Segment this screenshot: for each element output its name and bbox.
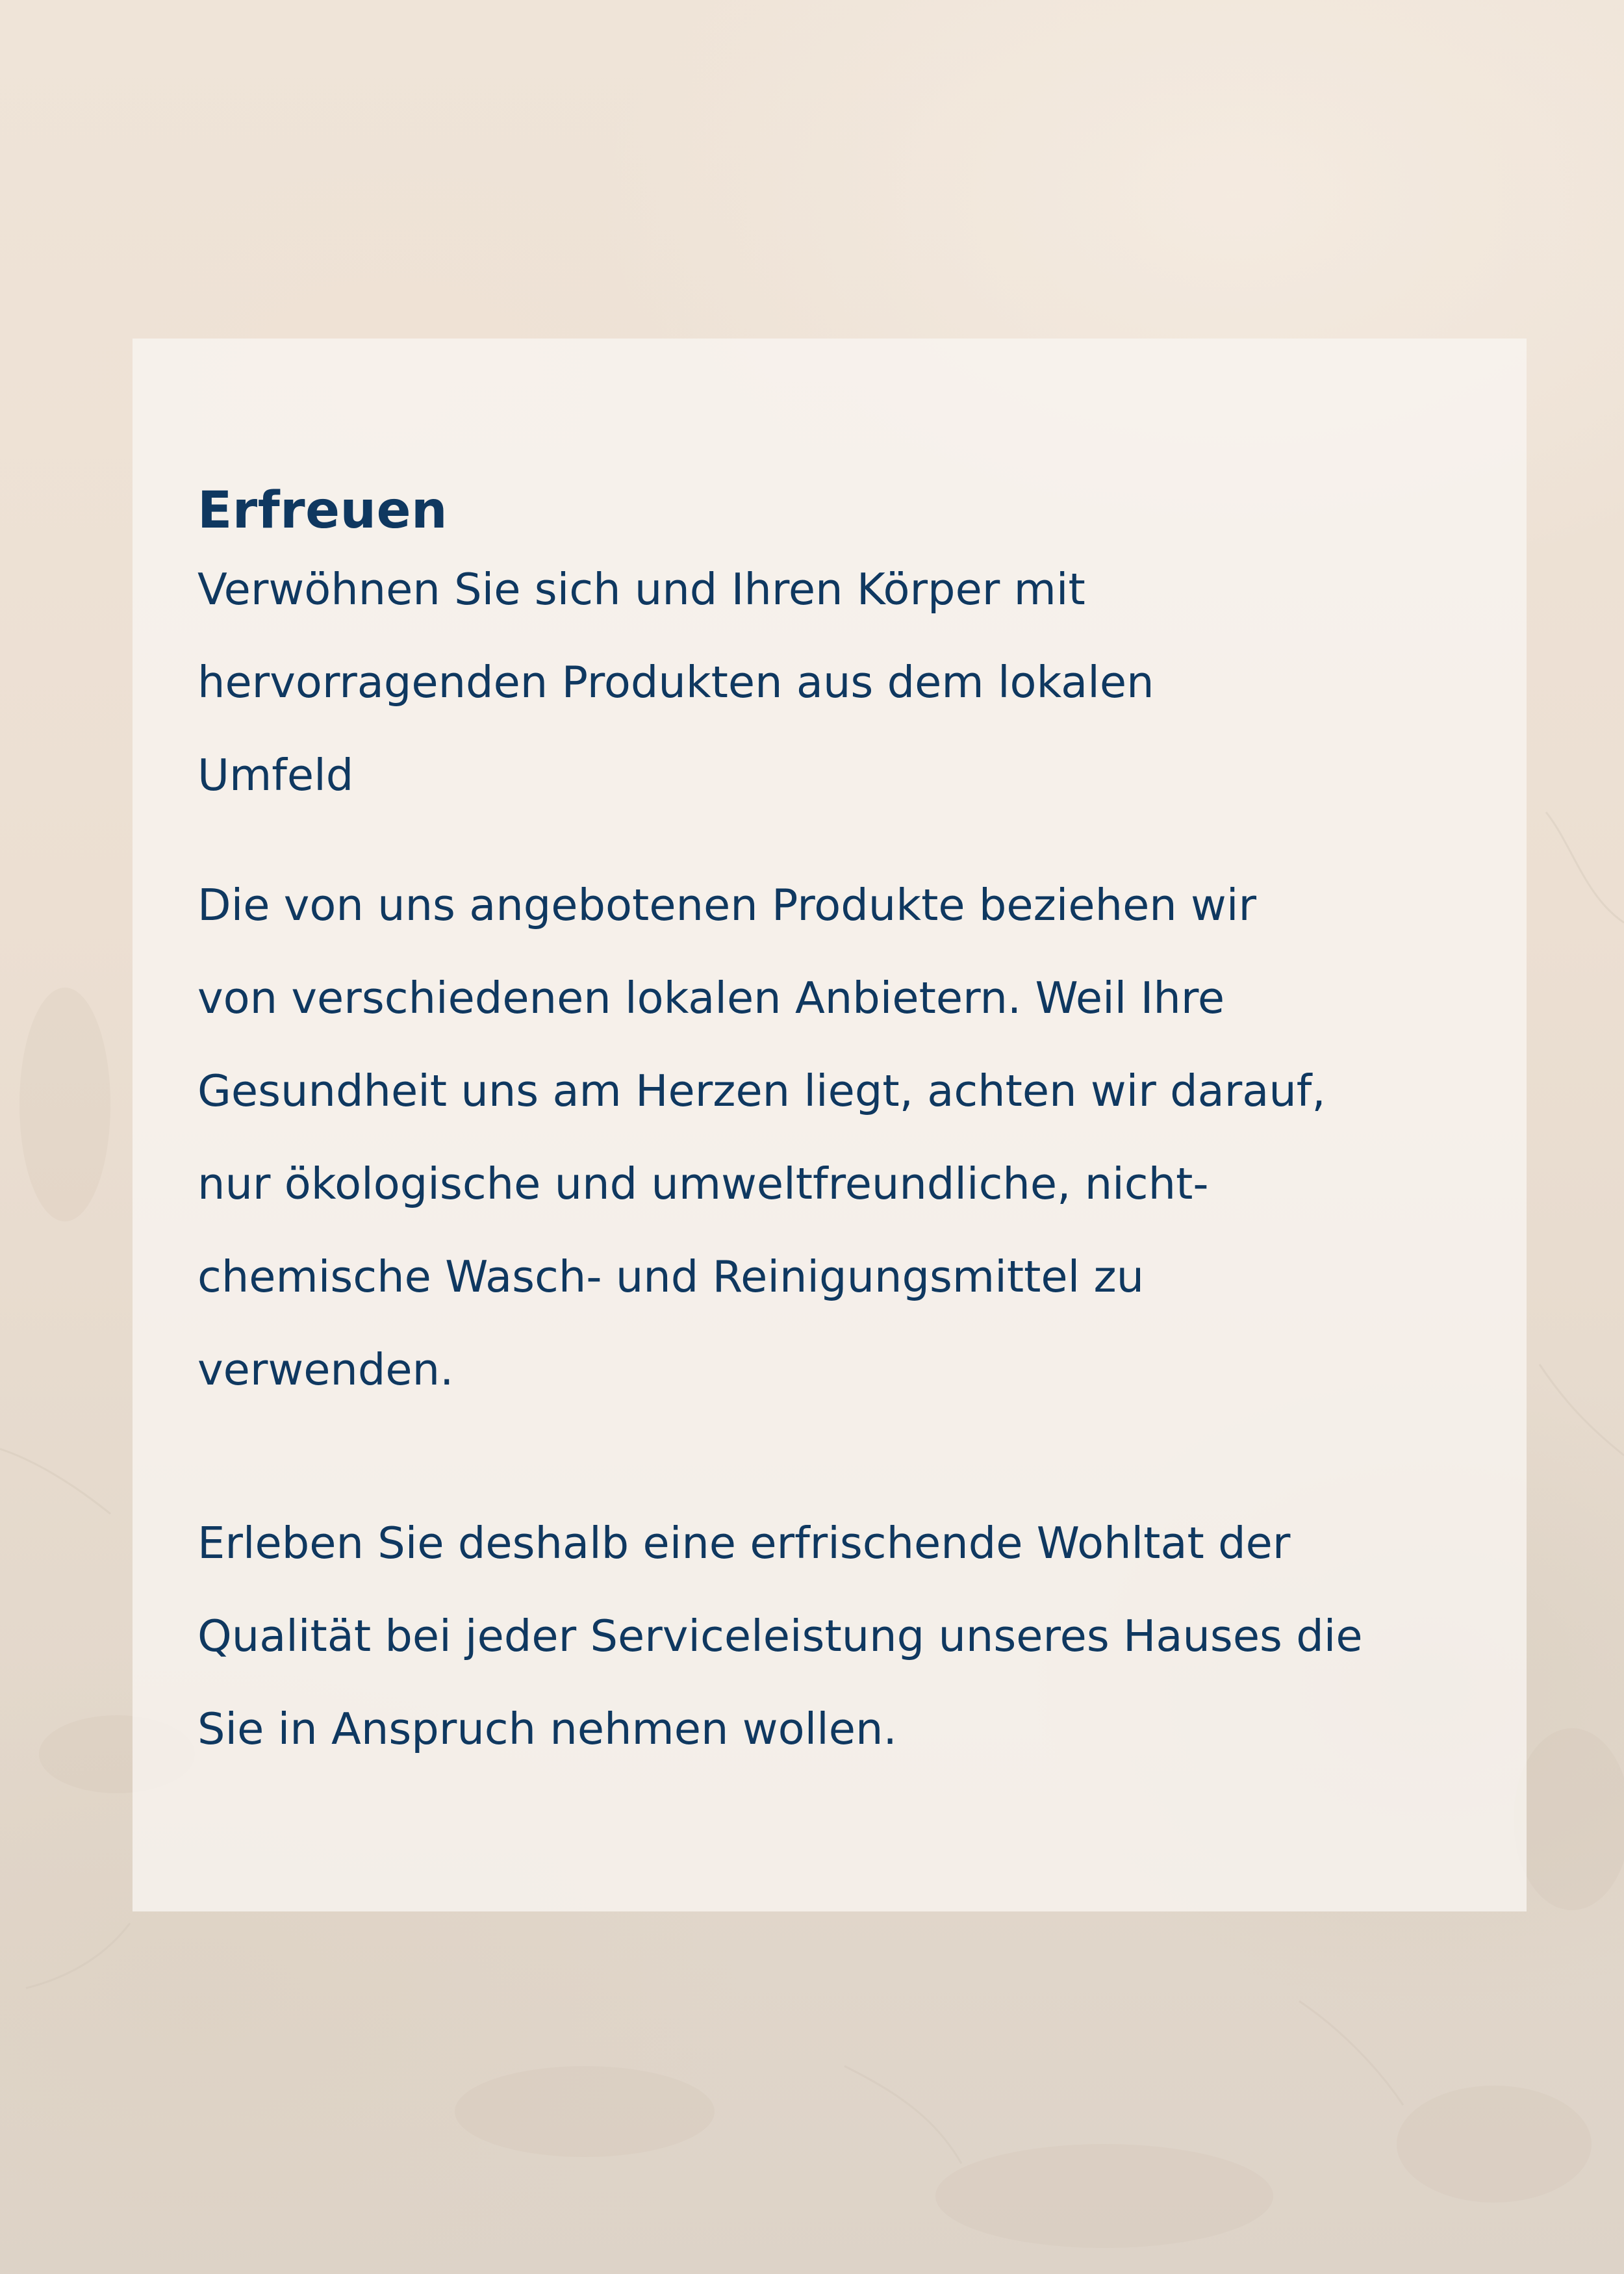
content-card: Erfreuen Verwöhnen Sie sich und Ihren Kö…: [133, 339, 1527, 1911]
section-title: Erfreuen: [197, 481, 448, 540]
section-subtitle: Verwöhnen Sie sich und Ihren Körper mit …: [197, 564, 1154, 800]
body-paragraph-1: Die von uns angebotenen Produkte beziehe…: [197, 880, 1326, 1395]
body-paragraph-2: Erleben Sie deshalb eine erfrischende Wo…: [197, 1518, 1363, 1754]
